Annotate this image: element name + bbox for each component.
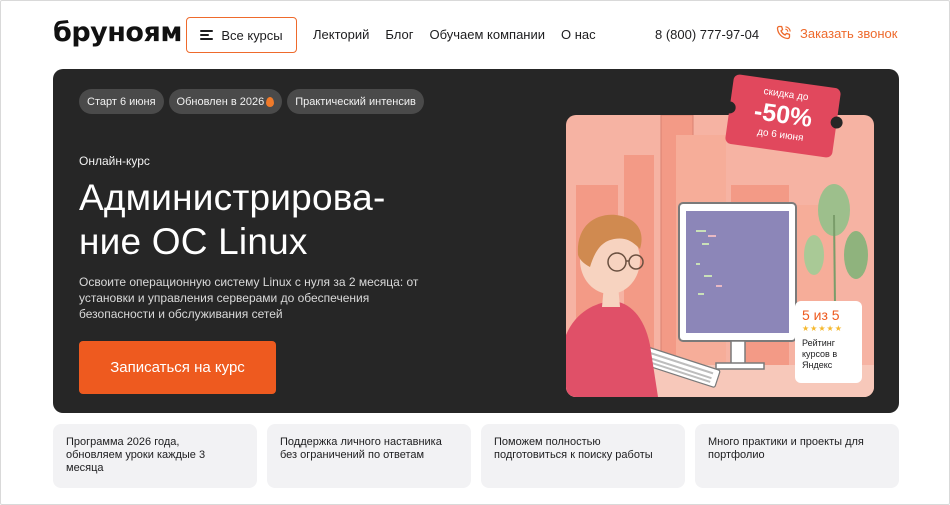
description-line: Освоите операционную систему Linux с нул… bbox=[79, 275, 419, 289]
feature-text: Много практики и проекты для bbox=[708, 436, 864, 448]
page-title: Администрирова- ние ОС Linux bbox=[79, 176, 479, 264]
description-line: безопасности и обслуживания сетей bbox=[79, 307, 283, 321]
course-type: Онлайн-курс bbox=[79, 154, 150, 168]
feature-text: Программа 2026 года, bbox=[66, 436, 180, 448]
phone-icon bbox=[776, 25, 791, 40]
rating-card: 5 из 5 ★★★★★ Рейтинг курсов в Яндекс bbox=[795, 301, 862, 383]
feature-text: подготовиться к поиску работы bbox=[494, 449, 653, 461]
feature-card-mentor: Поддержка личного наставника без огранич… bbox=[267, 424, 471, 488]
rating-source-line: Рейтинг bbox=[802, 338, 836, 348]
all-courses-button[interactable]: Все курсы bbox=[186, 17, 297, 53]
feature-list: Программа 2026 года, обновляем уроки каж… bbox=[53, 424, 899, 488]
rating-source-line: Яндекс bbox=[802, 360, 833, 370]
logo[interactable]: бруноям bbox=[53, 17, 182, 48]
description-line: установки и управления серверами до обес… bbox=[79, 291, 370, 305]
nav-item-business[interactable]: Обучаем компании bbox=[429, 27, 545, 42]
menu-icon bbox=[200, 30, 214, 40]
tag-start-date: Старт 6 июня bbox=[79, 89, 164, 114]
all-courses-label: Все курсы bbox=[221, 27, 283, 43]
nav-item-blog[interactable]: Блог bbox=[385, 27, 413, 42]
callback-label: Заказать звонок bbox=[800, 25, 898, 41]
rating-source-line: курсов в bbox=[802, 349, 838, 359]
feature-card-career: Поможем полностью подготовиться к поиску… bbox=[481, 424, 685, 488]
site-header: бруноям Все курсы Лекторий Блог Обучаем … bbox=[0, 0, 950, 70]
tag-label: Старт 6 июня bbox=[87, 95, 156, 108]
tag-label: Практический интенсив bbox=[295, 95, 416, 108]
nav-item-lectures[interactable]: Лекторий bbox=[313, 27, 369, 42]
callback-button[interactable]: Заказать звонок bbox=[776, 25, 897, 41]
feature-card-practice: Много практики и проекты для портфолио bbox=[695, 424, 899, 488]
feature-text: месяца bbox=[66, 462, 104, 474]
star-icon: ★★★★★ bbox=[802, 324, 843, 333]
enroll-button[interactable]: Записаться на курс bbox=[79, 341, 276, 394]
feature-text: портфолио bbox=[708, 449, 765, 461]
title-line: ние ОС Linux bbox=[79, 221, 308, 262]
feature-text: обновляем уроки каждые 3 bbox=[66, 449, 206, 461]
feature-text: без ограничений по ответам bbox=[280, 449, 425, 461]
tag-list: Старт 6 июня Обновлен в 2026 Практически… bbox=[79, 89, 424, 114]
tag-intensive: Практический интенсив bbox=[287, 89, 424, 114]
phone-number[interactable]: 8 (800) 777-97-04 bbox=[655, 27, 759, 42]
rating-score: 5 из 5 bbox=[802, 307, 840, 323]
rating-source: Рейтинг курсов в Яндекс bbox=[802, 338, 855, 371]
feature-text: Поможем полностью bbox=[494, 436, 601, 448]
hero-banner: Старт 6 июня Обновлен в 2026 Практически… bbox=[53, 69, 899, 413]
main-nav: Лекторий Блог Обучаем компании О нас bbox=[313, 27, 596, 42]
tag-label: Обновлен в 2026 bbox=[176, 95, 265, 108]
feature-text: Поддержка личного наставника bbox=[280, 436, 442, 448]
nav-item-about[interactable]: О нас bbox=[561, 27, 596, 42]
discount-badge: скидка до -50% до 6 июня bbox=[724, 73, 842, 159]
tag-updated: Обновлен в 2026 bbox=[168, 89, 283, 114]
feature-card-program: Программа 2026 года, обновляем уроки каж… bbox=[53, 424, 257, 488]
course-description: Освоите операционную систему Linux с нул… bbox=[79, 274, 459, 322]
fire-icon bbox=[266, 96, 275, 107]
title-line: Администрирова- bbox=[79, 177, 386, 218]
